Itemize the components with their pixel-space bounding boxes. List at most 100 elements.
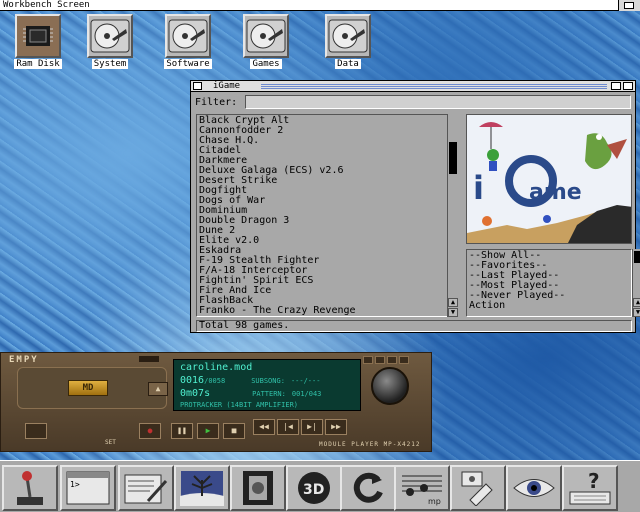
dock-item-tools[interactable] (450, 465, 506, 511)
desktop-icon-software[interactable]: Software (160, 14, 216, 69)
list-item[interactable]: Double Dragon 3 (199, 216, 447, 226)
joystick-icon (17, 471, 43, 505)
dock-item-shell[interactable]: 1> (60, 465, 116, 511)
desktop-icon-ram-disk[interactable]: Ram Disk (10, 14, 66, 69)
svg-text:1>: 1> (70, 480, 80, 489)
help-icon[interactable] (387, 356, 397, 364)
play-icon[interactable]: ▶ (197, 423, 219, 439)
window-title: iGame (213, 81, 241, 91)
eject-button[interactable]: ▲ (148, 382, 168, 396)
hard-disk-icon (325, 14, 371, 58)
filter-input[interactable] (245, 95, 631, 109)
player-left-panel: MD ▲ (17, 367, 168, 409)
svg-text:?: ? (588, 470, 600, 493)
editor-icon (124, 474, 168, 504)
svg-text:mp: mp (428, 497, 441, 506)
help-icon: ? (569, 470, 611, 505)
hard-disk-icon (165, 14, 211, 58)
player-model: MODULE PLAYER MP-X4212 (319, 441, 421, 448)
module-format: PROTRACKER (14BIT AMPLIFIER) (180, 401, 299, 409)
scroll-down-icon[interactable]: ▼ (448, 308, 458, 317)
scroll-down-icon[interactable]: ▼ (633, 308, 640, 317)
screen-title-bar[interactable]: Workbench Screen (0, 0, 640, 11)
window-title-bar[interactable]: iGame (191, 81, 635, 92)
desktop-icon-label: Data (335, 59, 361, 69)
track-number: 0016 (180, 375, 205, 386)
scroll-up-icon[interactable]: ▲ (448, 298, 458, 307)
rewind-icon[interactable]: ◀◀ (253, 419, 275, 435)
svg-text:ame: ame (529, 180, 582, 205)
hard-disk-icon (87, 14, 133, 58)
film-icon (243, 471, 273, 505)
dock-item-help[interactable]: ? (562, 465, 618, 511)
game-list-scrollbar[interactable]: ▲ ▼ (447, 114, 458, 317)
fast-forward-icon[interactable]: ▶▶ (325, 419, 347, 435)
picture-icon (180, 471, 224, 506)
desktop-icon-label: Software (164, 59, 212, 69)
dock-item-picture[interactable] (174, 465, 230, 511)
hard-disk-icon (243, 14, 289, 58)
list-item[interactable]: Franko - The Crazy Revenge (199, 306, 447, 316)
desktop-icon-games[interactable]: Games (238, 14, 294, 69)
desktop-icon-data[interactable]: Data (320, 14, 376, 69)
reload-icon (353, 472, 383, 503)
dock-item-joystick[interactable] (2, 465, 58, 511)
desktop-icon-label: System (91, 59, 129, 69)
scrollbar-knob[interactable] (634, 251, 640, 263)
eye-icon (513, 479, 555, 497)
dock: 1> 3D mp ? (0, 460, 640, 512)
zoom-icon[interactable] (611, 82, 621, 90)
dock-item-3d[interactable]: 3D (286, 465, 342, 511)
title-drag-bar[interactable] (261, 83, 607, 89)
close-icon[interactable] (399, 356, 409, 364)
game-preview-image: i ame (466, 114, 632, 244)
igame-window[interactable]: iGame Filter: Black Crypt Alt Cannonfodd… (190, 80, 640, 333)
set-button[interactable] (25, 423, 47, 439)
desktop-icon-label: Ram Disk (14, 59, 62, 69)
player-brand: EMPY (9, 355, 39, 365)
scroll-up-icon[interactable]: ▲ (633, 298, 640, 307)
subsong-value: ---/--- (290, 377, 321, 385)
3d-icon: 3D (298, 472, 330, 504)
ram-disk-icon (15, 14, 61, 58)
minimize-icon[interactable] (363, 356, 373, 364)
filter-label: Filter: (195, 97, 238, 108)
dock-item-film[interactable] (230, 465, 286, 511)
desktop-icon-system[interactable]: System (82, 14, 138, 69)
pattern-label: PATTERN: (252, 390, 286, 398)
close-icon[interactable] (193, 82, 202, 90)
depth-icon[interactable] (623, 82, 633, 90)
play-time: 0m07s (180, 388, 211, 399)
list-item[interactable]: Action (469, 301, 631, 311)
player-display: caroline.mod 0016/0058 SUBSONG: ---/--- … (173, 359, 361, 411)
filter-list[interactable]: --Show All-- --Favorites-- --Last Played… (466, 249, 632, 317)
shell-icon: 1> (66, 471, 110, 505)
desktop-icon-label: Games (250, 59, 282, 69)
prev-track-icon[interactable]: |◀ (277, 419, 299, 435)
record-icon[interactable]: ● (139, 423, 161, 439)
game-list[interactable]: Black Crypt Alt Cannonfodder 2 Chase H.Q… (196, 114, 448, 317)
screen-title: Workbench Screen (3, 0, 90, 10)
next-track-icon[interactable]: ▶| (301, 419, 323, 435)
stop-icon[interactable]: ■ (223, 423, 245, 439)
set-label: SET (105, 439, 116, 446)
svg-text:i: i (473, 169, 484, 207)
pause-icon[interactable]: ❚❚ (171, 423, 193, 439)
empy-player[interactable]: EMPY MD ▲ caroline.mod 0016/0058 SUBSONG… (0, 352, 432, 452)
player-mode-icons (139, 356, 159, 362)
filter-list-scrollbar[interactable]: ▲ ▼ (632, 249, 640, 317)
scrollbar-knob[interactable] (449, 142, 457, 174)
dock-item-reload[interactable] (340, 465, 396, 511)
music-icon: mp (402, 475, 442, 506)
shade-icon[interactable] (375, 356, 385, 364)
song-filename: caroline.mod (180, 362, 253, 373)
tools-icon (461, 471, 493, 506)
dock-item-music[interactable]: mp (394, 465, 450, 511)
dock-item-eye[interactable] (506, 465, 562, 511)
screen-depth-gadget[interactable] (618, 0, 640, 11)
md-button[interactable]: MD (68, 380, 108, 396)
volume-knob[interactable] (371, 367, 409, 405)
dock-item-editor[interactable] (118, 465, 174, 511)
player-window-controls[interactable] (361, 356, 421, 364)
track-total: 0058 (208, 377, 226, 385)
